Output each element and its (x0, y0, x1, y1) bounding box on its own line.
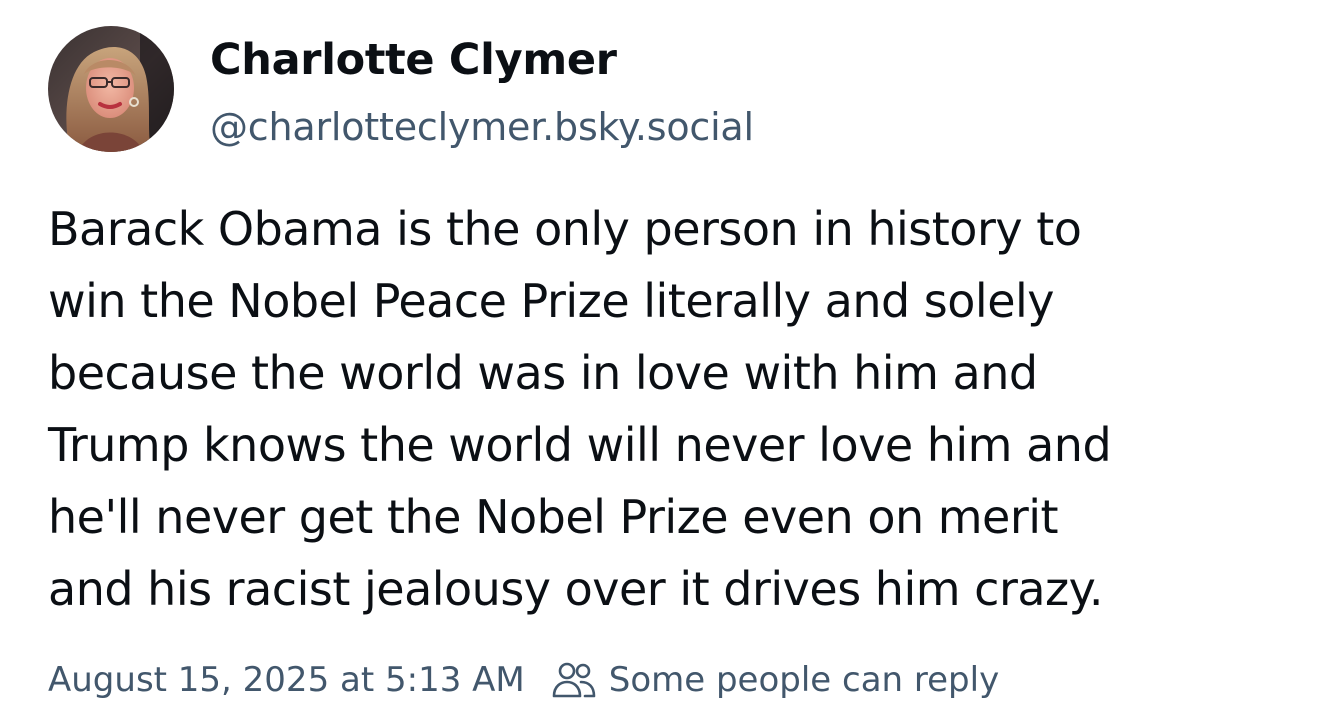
people-icon (551, 660, 597, 700)
author-display-name[interactable]: Charlotte Clymer (210, 32, 754, 88)
reply-setting[interactable]: Some people can reply (551, 660, 999, 700)
avatar-image (48, 26, 174, 152)
post-card: Charlotte Clymer @charlotteclymer.bsky.s… (0, 0, 1320, 721)
post-timestamp[interactable]: August 15, 2025 at 5:13 AM (48, 660, 525, 700)
post-meta: August 15, 2025 at 5:13 AM Some people c… (48, 652, 999, 708)
reply-setting-label: Some people can reply (608, 660, 1000, 700)
author-avatar[interactable] (48, 26, 174, 152)
post-text: Barack Obama is the only person in histo… (48, 202, 1112, 616)
author-handle[interactable]: @charlotteclymer.bsky.social (210, 98, 754, 156)
author-info: Charlotte Clymer @charlotteclymer.bsky.s… (210, 32, 754, 156)
